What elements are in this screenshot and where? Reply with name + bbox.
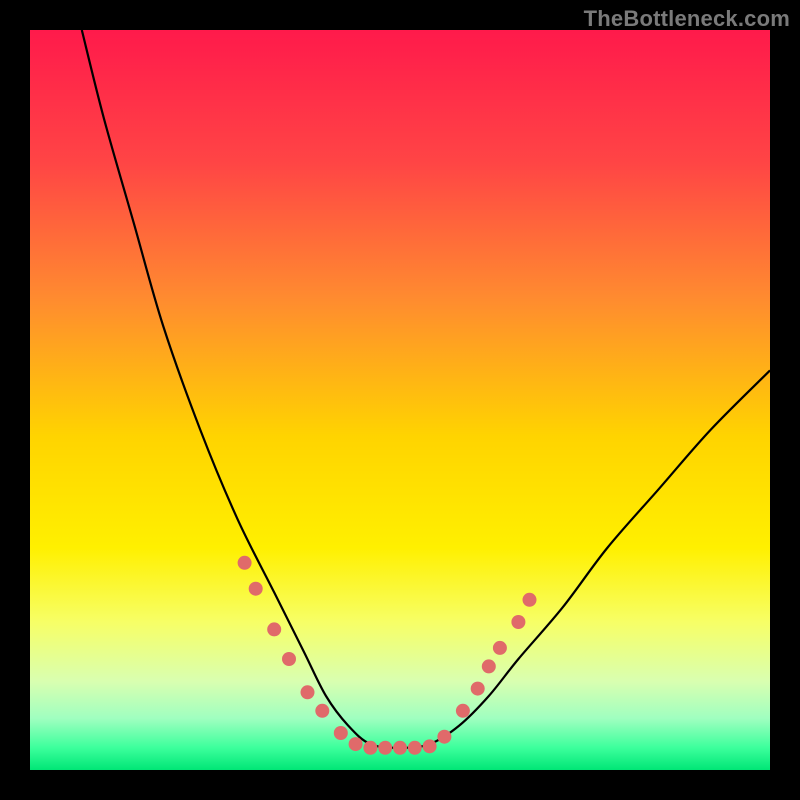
data-point [511,615,525,629]
background-gradient [30,30,770,770]
watermark-text: TheBottleneck.com [584,6,790,32]
plot-area [30,30,770,770]
data-point [334,726,348,740]
data-point [423,739,437,753]
data-point [301,685,315,699]
data-point [282,652,296,666]
data-point [238,556,252,570]
data-point [349,737,363,751]
data-point [482,659,496,673]
data-point [393,741,407,755]
data-point [456,704,470,718]
data-point [493,641,507,655]
chart-svg [30,30,770,770]
data-point [408,741,422,755]
data-point [378,741,392,755]
data-point [315,704,329,718]
data-point [437,730,451,744]
data-point [363,741,377,755]
data-point [249,582,263,596]
data-point [267,622,281,636]
chart-frame: TheBottleneck.com [0,0,800,800]
data-point [471,682,485,696]
data-point [523,593,537,607]
